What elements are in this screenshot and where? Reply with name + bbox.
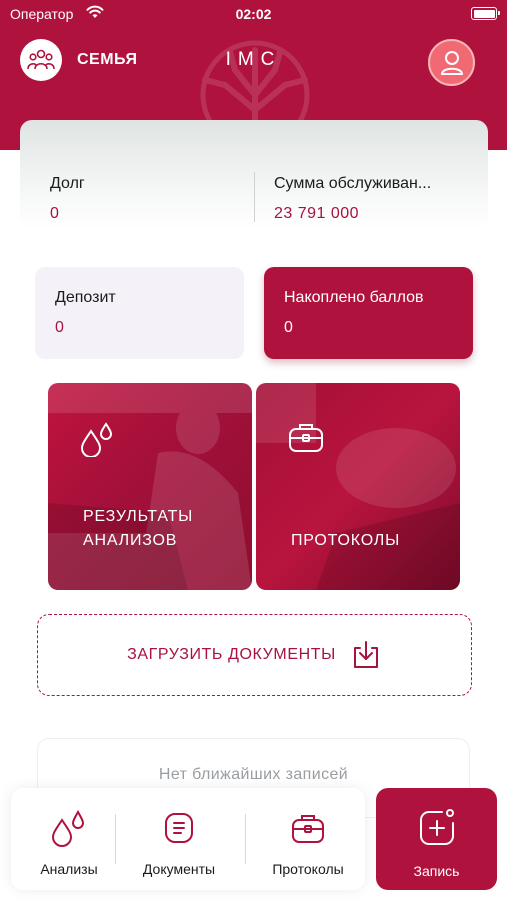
service-sum-label: Сумма обслуживан... (274, 175, 432, 192)
deposit-label: Депозит (55, 289, 116, 306)
protocols-label: ПРОТОКОЛЫ (291, 532, 401, 549)
user-icon (440, 50, 463, 75)
points-label: Накоплено баллов (284, 289, 424, 306)
deposit-card[interactable]: Депозит 0 (35, 267, 244, 359)
profile-button[interactable] (428, 39, 475, 86)
tab-protocols[interactable]: Протоколы (257, 788, 359, 890)
analysis-results-line2: АНАЛИЗОВ (83, 532, 178, 549)
analysis-results-label: РЕЗУЛЬТАТЫ АНАЛИЗОВ (83, 505, 193, 553)
tab-documents-label: Документы (142, 861, 216, 877)
upload-documents-label: ЗАГРУЗИТЬ ДОКУМЕНТЫ (127, 646, 336, 663)
debt-value: 0 (50, 205, 60, 222)
no-records-text: Нет ближайших записей (158, 766, 349, 783)
points-card[interactable]: Накоплено баллов 0 (264, 267, 473, 359)
download-tray-icon (353, 641, 378, 668)
tab-divider (245, 814, 246, 864)
status-bar: Оператор 02:02 (0, 0, 507, 30)
service-sum-value: 23 791 000 (274, 205, 360, 222)
medical-bag-icon (289, 424, 323, 452)
tab-analyses-label: Анализы (40, 861, 98, 877)
protocols-tile[interactable]: ПРОТОКОЛЫ (256, 383, 460, 590)
bottom-tab-bar: Анализы Документы Протоколы (11, 788, 365, 890)
service-sum-block: Сумма обслуживан... 23 791 000 (274, 175, 474, 223)
lab-photo (48, 383, 252, 590)
balance-card: Долг 0 Сумма обслуживан... 23 791 000 (20, 120, 488, 230)
debt-label: Долг (50, 175, 85, 192)
drops-icon (80, 422, 113, 457)
battery-icon (471, 7, 500, 20)
tab-protocols-label: Протоколы (272, 861, 344, 877)
hands-photo (256, 383, 460, 590)
medical-bag-icon (292, 815, 324, 843)
tab-documents[interactable]: Документы (129, 788, 229, 890)
add-appointment-icon (419, 809, 454, 845)
points-value: 0 (284, 319, 293, 336)
document-list-icon (165, 813, 193, 843)
upload-documents-button[interactable]: ЗАГРУЗИТЬ ДОКУМЕНТЫ (37, 614, 472, 696)
tab-divider (115, 814, 116, 864)
balance-divider (254, 172, 255, 222)
tab-analyses[interactable]: Анализы (21, 788, 117, 890)
analysis-results-line1: РЕЗУЛЬТАТЫ (83, 508, 194, 525)
deposit-value: 0 (55, 319, 64, 336)
new-appointment-button[interactable]: Запись (376, 788, 497, 890)
analysis-results-tile[interactable]: РЕЗУЛЬТАТЫ АНАЛИЗОВ (48, 383, 252, 590)
drops-icon (51, 809, 85, 847)
debt-block: Долг 0 (50, 175, 85, 223)
clock: 02:02 (235, 6, 272, 22)
new-appointment-label: Запись (413, 863, 460, 879)
